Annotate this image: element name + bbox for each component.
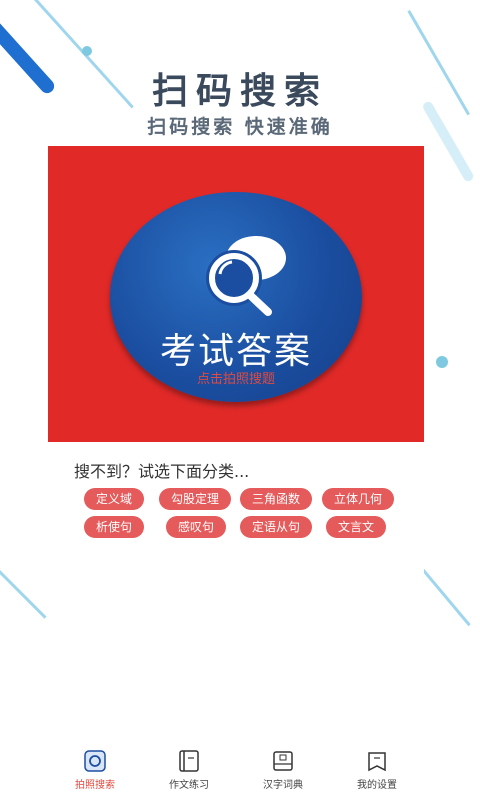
exam-answer-logo[interactable]: 考试答案 点击拍照搜题 (110, 192, 362, 402)
bottom-tab-bar: 拍照搜索 作文练习 汉字词典 我的设置 (48, 746, 424, 800)
camera-search-icon (84, 750, 106, 772)
tab-label: 拍照搜索 (75, 780, 115, 791)
decor-dot (82, 46, 92, 56)
search-banner[interactable]: 考试答案 点击拍照搜题 (48, 146, 424, 442)
decor-line (0, 560, 47, 619)
tab-essay-practice[interactable]: 作文练习 (142, 750, 236, 798)
decor-dot (436, 356, 448, 368)
magnifier-cloud-icon (206, 236, 286, 316)
category-chip[interactable]: 三角函数 (240, 488, 313, 510)
tab-my-settings[interactable]: 我的设置 (330, 750, 424, 798)
category-chip[interactable]: 立体几何 (322, 488, 395, 510)
category-chip[interactable]: 定语从句 (240, 516, 313, 538)
dictionary-icon (273, 751, 293, 771)
tab-photo-search[interactable]: 拍照搜索 (48, 750, 142, 798)
tab-label: 汉字词典 (263, 780, 303, 791)
app-screen: 考试答案 点击拍照搜题 搜不到？试选下面分类... 定义域 勾股定理 三角函数 … (48, 146, 424, 800)
page-title: 扫码搜索 (151, 71, 328, 112)
logo-text: 考试答案 (159, 331, 312, 372)
category-prompt: 搜不到？试选下面分类... (74, 462, 250, 481)
category-chip[interactable]: 文言文 (326, 516, 387, 538)
photo-search-hint[interactable]: 点击拍照搜题 (110, 368, 362, 387)
category-chip[interactable]: 感叹句 (166, 516, 227, 538)
tab-label: 我的设置 (357, 780, 397, 791)
page-subtitle: 扫码搜索 快速准确 (147, 116, 333, 138)
notebook-icon (179, 750, 199, 772)
category-chip[interactable]: 勾股定理 (159, 488, 232, 510)
settings-book-icon (368, 752, 386, 772)
category-chip[interactable]: 析使句 (84, 516, 145, 538)
tab-dictionary[interactable]: 汉字词典 (236, 750, 330, 798)
tab-label: 作文练习 (169, 780, 209, 791)
category-chip[interactable]: 定义域 (84, 488, 145, 510)
